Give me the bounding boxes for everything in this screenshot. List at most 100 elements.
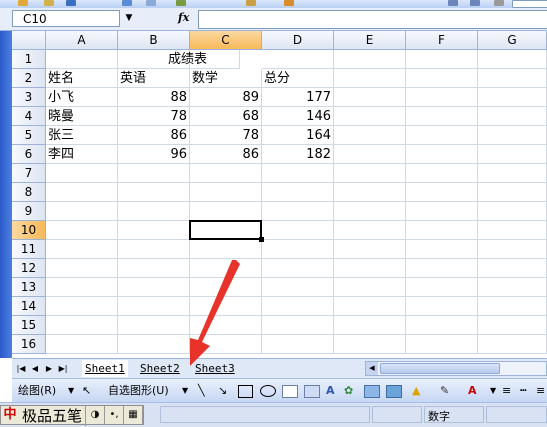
paste-icon[interactable] xyxy=(246,0,256,6)
cell-c5[interactable]: 78 xyxy=(190,126,262,145)
fill-color-icon[interactable]: ▲ xyxy=(412,383,420,399)
cell-e1[interactable] xyxy=(334,50,406,69)
moon-icon[interactable]: ◑ xyxy=(86,406,106,424)
cell-f4[interactable] xyxy=(406,107,478,126)
font-color-icon[interactable]: A xyxy=(468,383,477,399)
cell-f12[interactable] xyxy=(406,259,478,278)
ime-toolbar[interactable]: 中 极品五笔 ◑ •, ▦ xyxy=(0,404,145,426)
cell-e16[interactable] xyxy=(334,335,406,354)
cell-f15[interactable] xyxy=(406,316,478,335)
cell-a5[interactable]: 张三 xyxy=(46,126,118,145)
cell-c8[interactable] xyxy=(190,183,262,202)
line-color-icon[interactable]: ✎ xyxy=(440,383,449,399)
cell-c3[interactable]: 89 xyxy=(190,88,262,107)
cell-b4[interactable]: 78 xyxy=(118,107,190,126)
textbox-tool-icon[interactable] xyxy=(282,385,298,398)
cell-a14[interactable] xyxy=(46,297,118,316)
row-header-14[interactable]: 14 xyxy=(12,297,46,316)
cell-e11[interactable] xyxy=(334,240,406,259)
cell-f11[interactable] xyxy=(406,240,478,259)
new-icon[interactable] xyxy=(18,0,28,6)
cell-d1[interactable] xyxy=(262,50,334,69)
cell-a10[interactable] xyxy=(46,221,118,240)
chevron-down-icon[interactable]: ▼ xyxy=(120,10,138,27)
cell-d15[interactable] xyxy=(262,316,334,335)
column-header-c[interactable]: C xyxy=(190,31,262,50)
cell-b8[interactable] xyxy=(118,183,190,202)
cell-d2[interactable]: 总分 xyxy=(262,69,334,88)
fill-handle[interactable] xyxy=(259,237,264,242)
cell-g8[interactable] xyxy=(478,183,547,202)
horizontal-scrollbar[interactable]: ◀ xyxy=(365,361,547,376)
row-header-15[interactable]: 15 xyxy=(12,316,46,335)
oval-tool-icon[interactable] xyxy=(260,385,276,397)
cell-g3[interactable] xyxy=(478,88,547,107)
cell-b5[interactable]: 86 xyxy=(118,126,190,145)
cell-f2[interactable] xyxy=(406,69,478,88)
vertical-textbox-icon[interactable] xyxy=(304,385,320,398)
cell-g15[interactable] xyxy=(478,316,547,335)
cell-e6[interactable] xyxy=(334,145,406,164)
cell-g4[interactable] xyxy=(478,107,547,126)
cell-d16[interactable] xyxy=(262,335,334,354)
cell-a7[interactable] xyxy=(46,164,118,183)
sort-icon[interactable] xyxy=(448,0,458,6)
cell-d14[interactable] xyxy=(262,297,334,316)
column-header-e[interactable]: E xyxy=(334,31,406,50)
cell-a3[interactable]: 小飞 xyxy=(46,88,118,107)
dash-style-icon[interactable]: ┅ xyxy=(520,383,527,399)
cell-e12[interactable] xyxy=(334,259,406,278)
formula-input[interactable] xyxy=(198,10,547,29)
row-header-8[interactable]: 8 xyxy=(12,183,46,202)
cell-d8[interactable] xyxy=(262,183,334,202)
cell-g9[interactable] xyxy=(478,202,547,221)
wordart-icon[interactable]: A xyxy=(326,383,335,399)
clipart-icon[interactable] xyxy=(364,385,380,398)
rectangle-tool-icon[interactable] xyxy=(238,385,253,398)
cell-d6[interactable]: 182 xyxy=(262,145,334,164)
cell-f8[interactable] xyxy=(406,183,478,202)
cell-b6[interactable]: 96 xyxy=(118,145,190,164)
cell-a11[interactable] xyxy=(46,240,118,259)
cell-d10[interactable] xyxy=(262,221,334,240)
cell-e8[interactable] xyxy=(334,183,406,202)
line-tool-icon[interactable]: ╲ xyxy=(198,383,205,399)
column-header-g[interactable]: G xyxy=(478,31,547,50)
row-header-5[interactable]: 5 xyxy=(12,126,46,145)
cell-f7[interactable] xyxy=(406,164,478,183)
cell-e4[interactable] xyxy=(334,107,406,126)
cell-b2[interactable]: 英语 xyxy=(118,69,190,88)
cell-f16[interactable] xyxy=(406,335,478,354)
cell-b3[interactable]: 88 xyxy=(118,88,190,107)
cell-e13[interactable] xyxy=(334,278,406,297)
row-header-4[interactable]: 4 xyxy=(12,107,46,126)
cell-e7[interactable] xyxy=(334,164,406,183)
cell-a9[interactable] xyxy=(46,202,118,221)
cell-g5[interactable] xyxy=(478,126,547,145)
cell-f1[interactable] xyxy=(406,50,478,69)
cell-d12[interactable] xyxy=(262,259,334,278)
autoshapes-button[interactable]: 自选图形(U) xyxy=(108,383,169,399)
function-icon[interactable]: fx xyxy=(178,11,189,24)
cell-e3[interactable] xyxy=(334,88,406,107)
cell-d4[interactable]: 146 xyxy=(262,107,334,126)
sheet-tab-1[interactable]: Sheet1 xyxy=(82,360,128,377)
cell-b11[interactable] xyxy=(118,240,190,259)
arrow-tool-icon[interactable]: ↘ xyxy=(218,383,227,399)
zoom-box[interactable] xyxy=(512,0,547,8)
cell-a13[interactable] xyxy=(46,278,118,297)
cell-e5[interactable] xyxy=(334,126,406,145)
select-all-corner[interactable] xyxy=(12,31,46,50)
cell-f3[interactable] xyxy=(406,88,478,107)
open-icon[interactable] xyxy=(44,0,54,6)
row-header-10[interactable]: 10 xyxy=(12,221,46,240)
cell-a2[interactable]: 姓名 xyxy=(46,69,118,88)
cell-e10[interactable] xyxy=(334,221,406,240)
cell-d5[interactable]: 164 xyxy=(262,126,334,145)
row-header-2[interactable]: 2 xyxy=(12,69,46,88)
sheet-tab-2[interactable]: Sheet2 xyxy=(137,360,183,377)
cell-g12[interactable] xyxy=(478,259,547,278)
scrollbar-thumb[interactable] xyxy=(380,363,500,374)
chevron-down-icon[interactable]: ▼ xyxy=(490,383,496,399)
cell-f13[interactable] xyxy=(406,278,478,297)
